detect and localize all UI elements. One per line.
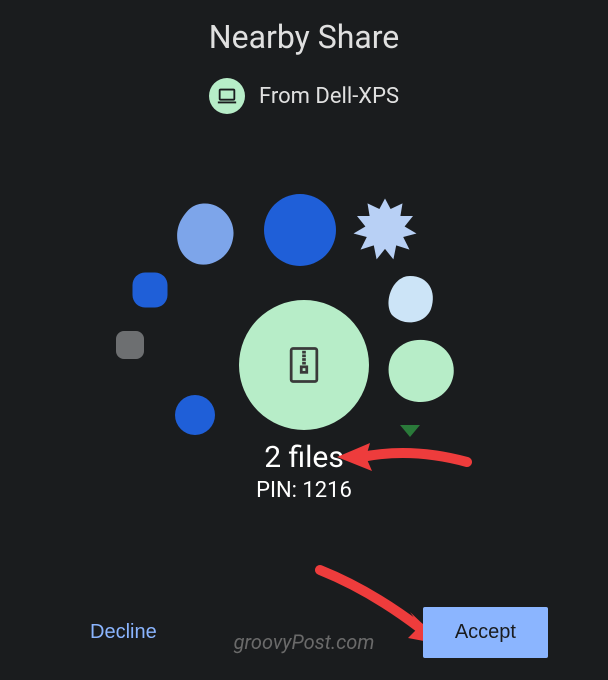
blob-shape xyxy=(110,325,150,365)
laptop-icon xyxy=(216,85,238,107)
zip-file-icon xyxy=(282,343,326,387)
blob-shape xyxy=(380,270,440,330)
file-circle xyxy=(239,300,369,430)
device-badge xyxy=(209,78,245,114)
blob-shape xyxy=(170,390,220,440)
starburst-shape xyxy=(350,195,420,265)
files-count-label: 2 files xyxy=(0,440,608,475)
blob-shape xyxy=(260,190,340,270)
from-label: From Dell-XPS xyxy=(259,84,399,109)
page-title: Nearby Share xyxy=(0,0,608,56)
pin-label: PIN: 1216 xyxy=(0,478,608,503)
blob-shape xyxy=(170,200,240,270)
triangle-shape xyxy=(400,425,420,437)
blob-shape xyxy=(375,330,465,410)
blob-shape xyxy=(125,265,175,315)
decline-button[interactable]: Decline xyxy=(70,611,177,654)
action-buttons: Decline Accept xyxy=(0,607,608,658)
from-row: From Dell-XPS xyxy=(0,78,608,114)
accept-button[interactable]: Accept xyxy=(423,607,548,658)
